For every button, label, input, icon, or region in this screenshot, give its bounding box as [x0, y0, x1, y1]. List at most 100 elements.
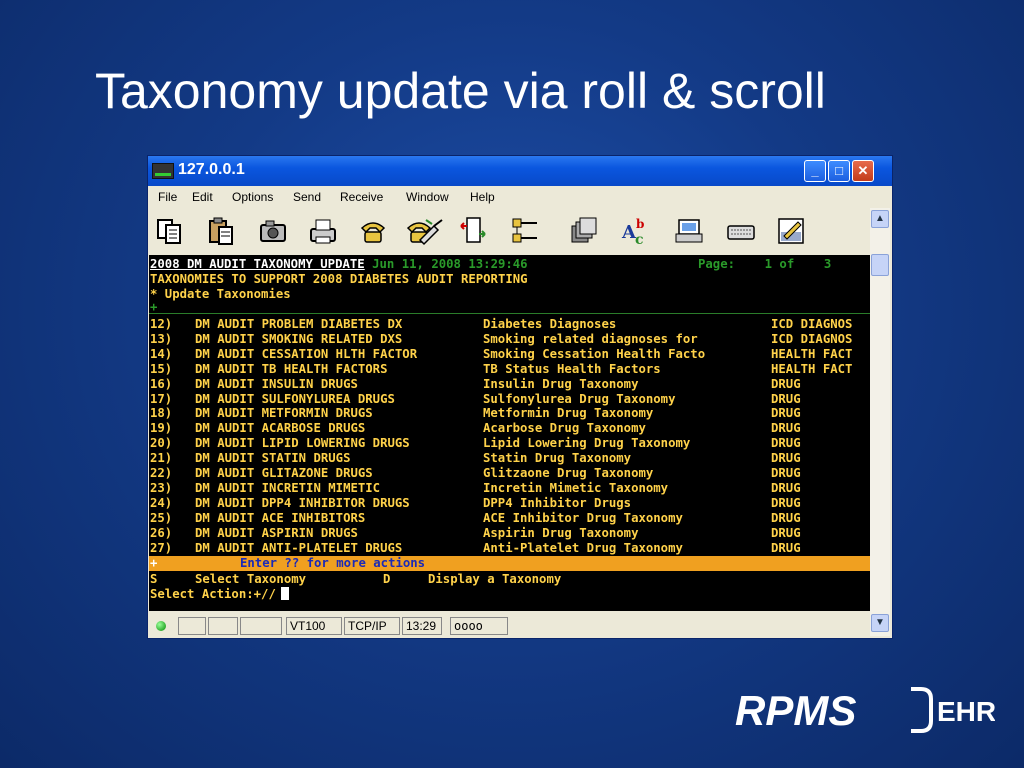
- row-type: DRUG: [771, 540, 801, 555]
- camera-icon[interactable]: [258, 216, 288, 246]
- status-time: 13:29: [402, 617, 442, 635]
- menu-help[interactable]: Help: [470, 190, 495, 204]
- close-button[interactable]: ✕: [852, 160, 874, 182]
- more-actions-text: Enter ?? for more actions: [240, 556, 426, 570]
- row-type: DRUG: [771, 376, 801, 391]
- more-actions-bar: + Enter ?? for more actions: [149, 556, 870, 571]
- row-taxonomy-name: DM AUDIT STATIN DRUGS: [195, 451, 351, 466]
- action-display-key: D: [383, 572, 391, 586]
- row-description: Incretin Mimetic Taxonomy: [483, 480, 669, 495]
- row-taxonomy-name: DM AUDIT TB HEALTH FACTORS: [195, 361, 388, 376]
- header-date: Jun 11, 2008 13:29:46: [372, 257, 528, 271]
- status-emulation: VT100: [286, 617, 342, 635]
- action-select-key: S: [150, 572, 158, 586]
- print-icon[interactable]: [308, 216, 338, 246]
- terminal-app-icon: [152, 163, 174, 179]
- logo-ehr-text: EHR: [937, 696, 995, 727]
- row-taxonomy-name: DM AUDIT DPP4 INHIBITOR DRUGS: [195, 495, 410, 510]
- header-title: 2008 DM AUDIT TAXONOMY UPDATE: [150, 257, 365, 271]
- title-bar[interactable]: 127.0.0.1 _ □ ✕: [148, 156, 892, 186]
- more-plus: +: [150, 556, 158, 570]
- row-number: 17): [150, 391, 173, 406]
- cursor: [280, 587, 289, 600]
- edit-icon[interactable]: [776, 216, 806, 246]
- row-type: ICD DIAGNOS: [771, 317, 853, 331]
- row-taxonomy-name: DM AUDIT SULFONYLUREA DRUGS: [195, 391, 395, 406]
- menu-receive[interactable]: Receive: [340, 190, 383, 204]
- files-icon[interactable]: [568, 216, 598, 246]
- row-description: Acarbose Drug Taxonomy: [483, 421, 646, 436]
- menu-bar: File Edit Options Send Receive Window He…: [148, 186, 892, 208]
- section-label: * Update Taxonomies: [150, 287, 291, 301]
- menu-send[interactable]: Send: [293, 190, 321, 204]
- row-number: 19): [150, 421, 173, 436]
- menu-file[interactable]: File: [158, 190, 177, 204]
- row-type: DRUG: [771, 510, 801, 525]
- scroll-thumb[interactable]: [871, 254, 889, 276]
- row-taxonomy-name: DM AUDIT SMOKING RELATED DXS: [195, 331, 403, 346]
- menu-edit[interactable]: Edit: [192, 190, 213, 204]
- row-number: 13): [150, 331, 173, 346]
- scroll-down-arrow-icon[interactable]: ▼: [871, 614, 889, 632]
- status-lights: oooo: [450, 617, 508, 635]
- row-taxonomy-name: DM AUDIT LIPID LOWERING DRUGS: [195, 436, 410, 451]
- row-number: 14): [150, 346, 173, 361]
- row-taxonomy-name: DM AUDIT CESSATION HLTH FACTOR: [195, 346, 418, 361]
- menu-options[interactable]: Options: [232, 190, 273, 204]
- row-number: 20): [150, 436, 173, 451]
- action-select[interactable]: S Select Taxonomy D Display a Taxonomy: [150, 572, 561, 587]
- terminal-window: 127.0.0.1 _ □ ✕ File Edit Options Send R…: [147, 155, 893, 639]
- phone-icon[interactable]: [358, 216, 388, 246]
- row-taxonomy-name: DM AUDIT INCRETIN MIMETIC: [195, 480, 381, 495]
- row-number: 27): [150, 540, 173, 555]
- disconnect-icon[interactable]: [416, 216, 446, 246]
- row-type: HEALTH FACT: [771, 346, 853, 361]
- slide-title: Taxonomy update via roll & scroll: [95, 63, 826, 119]
- vertical-scrollbar[interactable]: ▲ ▼: [870, 208, 890, 636]
- terminal-header: 2008 DM AUDIT TAXONOMY UPDATE Jun 11, 20…: [150, 257, 831, 272]
- row-type: DRUG: [771, 421, 801, 436]
- row-description: Sulfonylurea Drug Taxonomy: [483, 391, 676, 406]
- tree-icon[interactable]: [510, 216, 540, 246]
- terminal-screen[interactable]: 2008 DM AUDIT TAXONOMY UPDATE Jun 11, 20…: [149, 255, 870, 611]
- keyboard-icon[interactable]: [726, 216, 756, 246]
- command-prompt[interactable]: Select Action:+//: [150, 587, 289, 602]
- status-cell-empty-2: [208, 617, 238, 635]
- row-description: DPP4 Inhibitor Drugs: [483, 495, 632, 510]
- status-protocol: TCP/IP: [344, 617, 400, 635]
- transfer-icon[interactable]: [458, 216, 488, 246]
- row-description: Lipid Lowering Drug Taxonomy: [483, 436, 691, 451]
- logo-rpms-text: RPMS: [735, 687, 856, 734]
- row-description: Smoking Cessation Health Facto: [483, 346, 706, 361]
- copy-icon[interactable]: [154, 216, 184, 246]
- minimize-button[interactable]: _: [804, 160, 826, 182]
- row-description: TB Status Health Factors: [483, 361, 661, 376]
- menu-window[interactable]: Window: [406, 190, 449, 204]
- row-type: ICD DIAGNOS: [771, 331, 853, 346]
- status-cell-empty-3: [240, 617, 282, 635]
- paste-icon[interactable]: [206, 216, 236, 246]
- row-type: DRUG: [771, 451, 801, 466]
- action-display-label: Display a Taxonomy: [428, 572, 562, 586]
- row-description: Smoking related diagnoses for: [483, 331, 698, 346]
- row-description: Glitzaone Drug Taxonomy: [483, 466, 654, 480]
- printer-icon[interactable]: [674, 216, 704, 246]
- row-taxonomy-name: DM AUDIT ACARBOSE DRUGS: [195, 421, 366, 436]
- maximize-button[interactable]: □: [828, 160, 850, 182]
- action-select-label: Select Taxonomy: [195, 572, 307, 586]
- toolbar: Acb: [148, 208, 870, 254]
- prompt-text: Select Action:+//: [150, 587, 276, 601]
- scroll-up-arrow-icon[interactable]: ▲: [871, 210, 889, 228]
- row-number: 26): [150, 525, 173, 540]
- row-taxonomy-name: DM AUDIT PROBLEM DIABETES DX: [195, 317, 403, 331]
- window-title: 127.0.0.1: [178, 161, 245, 178]
- row-number: 22): [150, 466, 173, 480]
- spellcheck-icon[interactable]: Acb: [620, 216, 650, 248]
- row-type: DRUG: [771, 525, 801, 540]
- header-page: Page: 1 of 3: [698, 257, 832, 271]
- status-bar: VT100 TCP/IP 13:29 oooo: [148, 615, 870, 637]
- svg-text:c: c: [635, 232, 644, 246]
- rpms-ehr-logo: RPMS EHR: [735, 687, 995, 734]
- row-type: DRUG: [771, 406, 801, 421]
- row-taxonomy-name: DM AUDIT METFORMIN DRUGS: [195, 406, 373, 421]
